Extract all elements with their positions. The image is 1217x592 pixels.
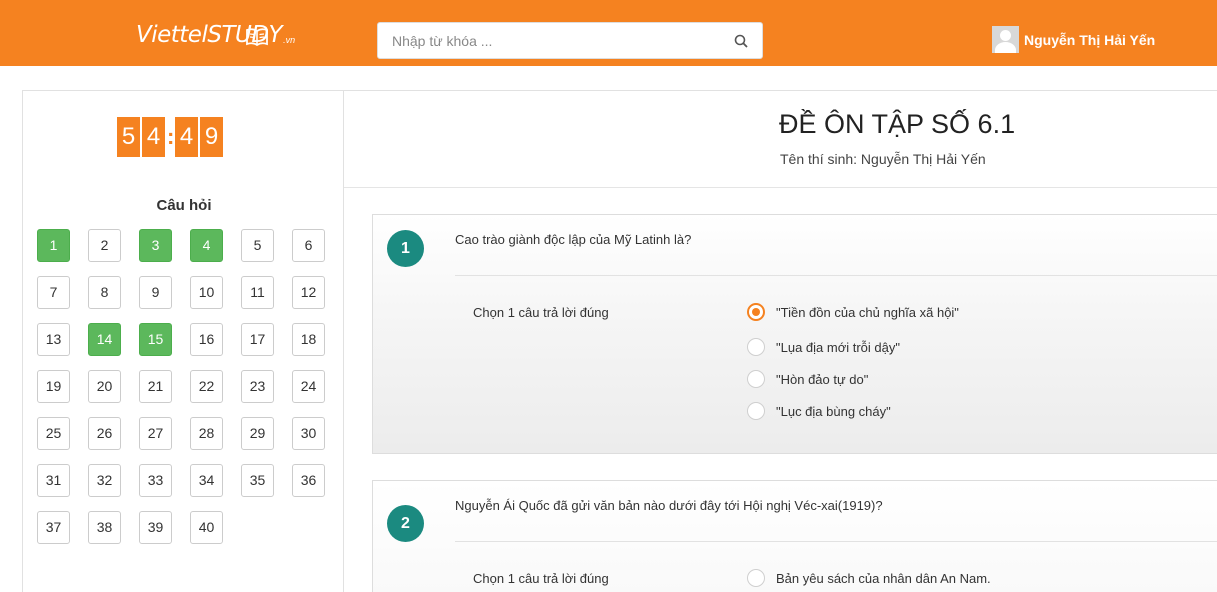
exam-header: ĐỀ ÔN TẬP SỐ 6.1 Tên thí sinh: Nguyễn Th… [344, 91, 1217, 188]
answer-instruction: Chọn 1 câu trả lời đúng [473, 571, 609, 586]
question-nav-button[interactable]: 11 [241, 276, 274, 309]
user-menu[interactable]: Nguyễn Thị Hải Yến [992, 26, 1155, 53]
question-card: 2 Nguyễn Ái Quốc đã gửi văn bản nào dưới… [372, 480, 1217, 592]
radio-button[interactable] [747, 569, 765, 587]
question-nav-button[interactable]: 29 [241, 417, 274, 450]
question-number-badge: 2 [387, 505, 424, 542]
question-nav-button[interactable]: 22 [190, 370, 223, 403]
top-navbar: ViettelSTUDY .vn Nguyễn Thị Hải Yến [0, 0, 1217, 66]
search-icon[interactable] [734, 34, 748, 48]
divider [455, 541, 1217, 542]
question-nav-button[interactable]: 20 [88, 370, 121, 403]
question-nav-button[interactable]: 14 [88, 323, 121, 356]
question-nav-button[interactable]: 33 [139, 464, 172, 497]
question-nav-button[interactable]: 5 [241, 229, 274, 262]
option-label: "Lụa địa mới trỗi dậy" [776, 339, 900, 355]
radio-button[interactable] [747, 338, 765, 356]
question-nav-button[interactable]: 35 [241, 464, 274, 497]
option-label: Bản yêu sách của nhân dân An Nam. [776, 570, 991, 586]
answer-option[interactable]: "Tiền đồn của chủ nghĩa xã hội" [747, 303, 959, 321]
answer-instruction: Chọn 1 câu trả lời đúng [473, 305, 609, 320]
answer-option[interactable]: "Lục địa bùng cháy" [747, 402, 891, 420]
question-nav-button[interactable]: 27 [139, 417, 172, 450]
question-nav-button[interactable]: 28 [190, 417, 223, 450]
question-nav-button[interactable]: 1 [37, 229, 70, 262]
question-text: Cao trào giành độc lập của Mỹ Latinh là? [455, 232, 692, 247]
question-nav-button[interactable]: 23 [241, 370, 274, 403]
avatar-icon [992, 26, 1019, 53]
question-nav-button[interactable]: 34 [190, 464, 223, 497]
question-nav-button[interactable]: 8 [88, 276, 121, 309]
question-card: 1 Cao trào giành độc lập của Mỹ Latinh l… [372, 214, 1217, 454]
radio-button[interactable] [747, 303, 765, 321]
logo-domain: .vn [283, 35, 296, 45]
question-nav-button[interactable]: 6 [292, 229, 325, 262]
book-icon[interactable] [246, 28, 268, 46]
timer-digit: 9 [200, 117, 223, 157]
question-nav-button[interactable]: 37 [37, 511, 70, 544]
question-nav-button[interactable]: 3 [139, 229, 172, 262]
search-input[interactable] [378, 23, 708, 58]
question-nav-button[interactable]: 16 [190, 323, 223, 356]
question-text: Nguyễn Ái Quốc đã gửi văn bản nào dưới đ… [455, 498, 883, 513]
question-nav-button[interactable]: 10 [190, 276, 223, 309]
user-name: Nguyễn Thị Hải Yến [1024, 31, 1156, 48]
timer-digit: 5 [117, 117, 140, 157]
question-nav-button[interactable]: 15 [139, 323, 172, 356]
radio-button[interactable] [747, 370, 765, 388]
question-nav-button[interactable]: 36 [292, 464, 325, 497]
answer-option[interactable]: Bản yêu sách của nhân dân An Nam. [747, 569, 991, 587]
option-label: "Tiền đồn của chủ nghĩa xã hội" [776, 304, 959, 320]
question-nav-button[interactable]: 17 [241, 323, 274, 356]
question-nav-button[interactable]: 39 [139, 511, 172, 544]
question-nav-button[interactable]: 9 [139, 276, 172, 309]
question-nav-button[interactable]: 25 [37, 417, 70, 450]
question-nav-button[interactable]: 38 [88, 511, 121, 544]
option-label: "Hòn đảo tự do" [776, 371, 869, 387]
question-nav-button[interactable]: 13 [37, 323, 70, 356]
question-nav-button[interactable]: 24 [292, 370, 325, 403]
question-nav-button[interactable]: 26 [88, 417, 121, 450]
question-nav-button[interactable]: 19 [37, 370, 70, 403]
timer-digit: 4 [175, 117, 198, 157]
question-nav-button[interactable]: 30 [292, 417, 325, 450]
question-nav-button[interactable]: 21 [139, 370, 172, 403]
exam-content: ĐỀ ÔN TẬP SỐ 6.1 Tên thí sinh: Nguyễn Th… [344, 90, 1217, 592]
answer-option[interactable]: "Hòn đảo tự do" [747, 370, 868, 388]
student-name: Tên thí sinh: Nguyễn Thị Hải Yến [780, 151, 986, 167]
question-nav-button[interactable]: 7 [37, 276, 70, 309]
timer-separator: : [167, 124, 175, 149]
radio-button[interactable] [747, 402, 765, 420]
answer-option[interactable]: "Lụa địa mới trỗi dậy" [747, 338, 900, 356]
question-nav-button[interactable]: 2 [88, 229, 121, 262]
timer-digit: 4 [142, 117, 165, 157]
divider [455, 275, 1217, 276]
search-box [377, 22, 763, 59]
question-nav-button[interactable]: 40 [190, 511, 223, 544]
question-nav-button[interactable]: 18 [292, 323, 325, 356]
exam-title: ĐỀ ÔN TẬP SỐ 6.1 [779, 109, 1016, 139]
question-number-badge: 1 [387, 230, 424, 267]
option-label: "Lục địa bùng cháy" [776, 403, 891, 419]
question-nav-button[interactable]: 32 [88, 464, 121, 497]
question-nav-title: Câu hỏi [156, 197, 212, 214]
countdown-timer: 5 4 : 4 9 [117, 117, 225, 157]
question-nav-button[interactable]: 12 [292, 276, 325, 309]
question-navigator-panel: 5 4 : 4 9 Câu hỏi 1 2 3 4 5 6 7 8 9 10 11 12 13 14 15 1… [22, 90, 344, 592]
question-nav-button[interactable]: 31 [37, 464, 70, 497]
logo[interactable]: ViettelSTUDY .vn [136, 22, 295, 48]
question-nav-button[interactable]: 4 [190, 229, 223, 262]
